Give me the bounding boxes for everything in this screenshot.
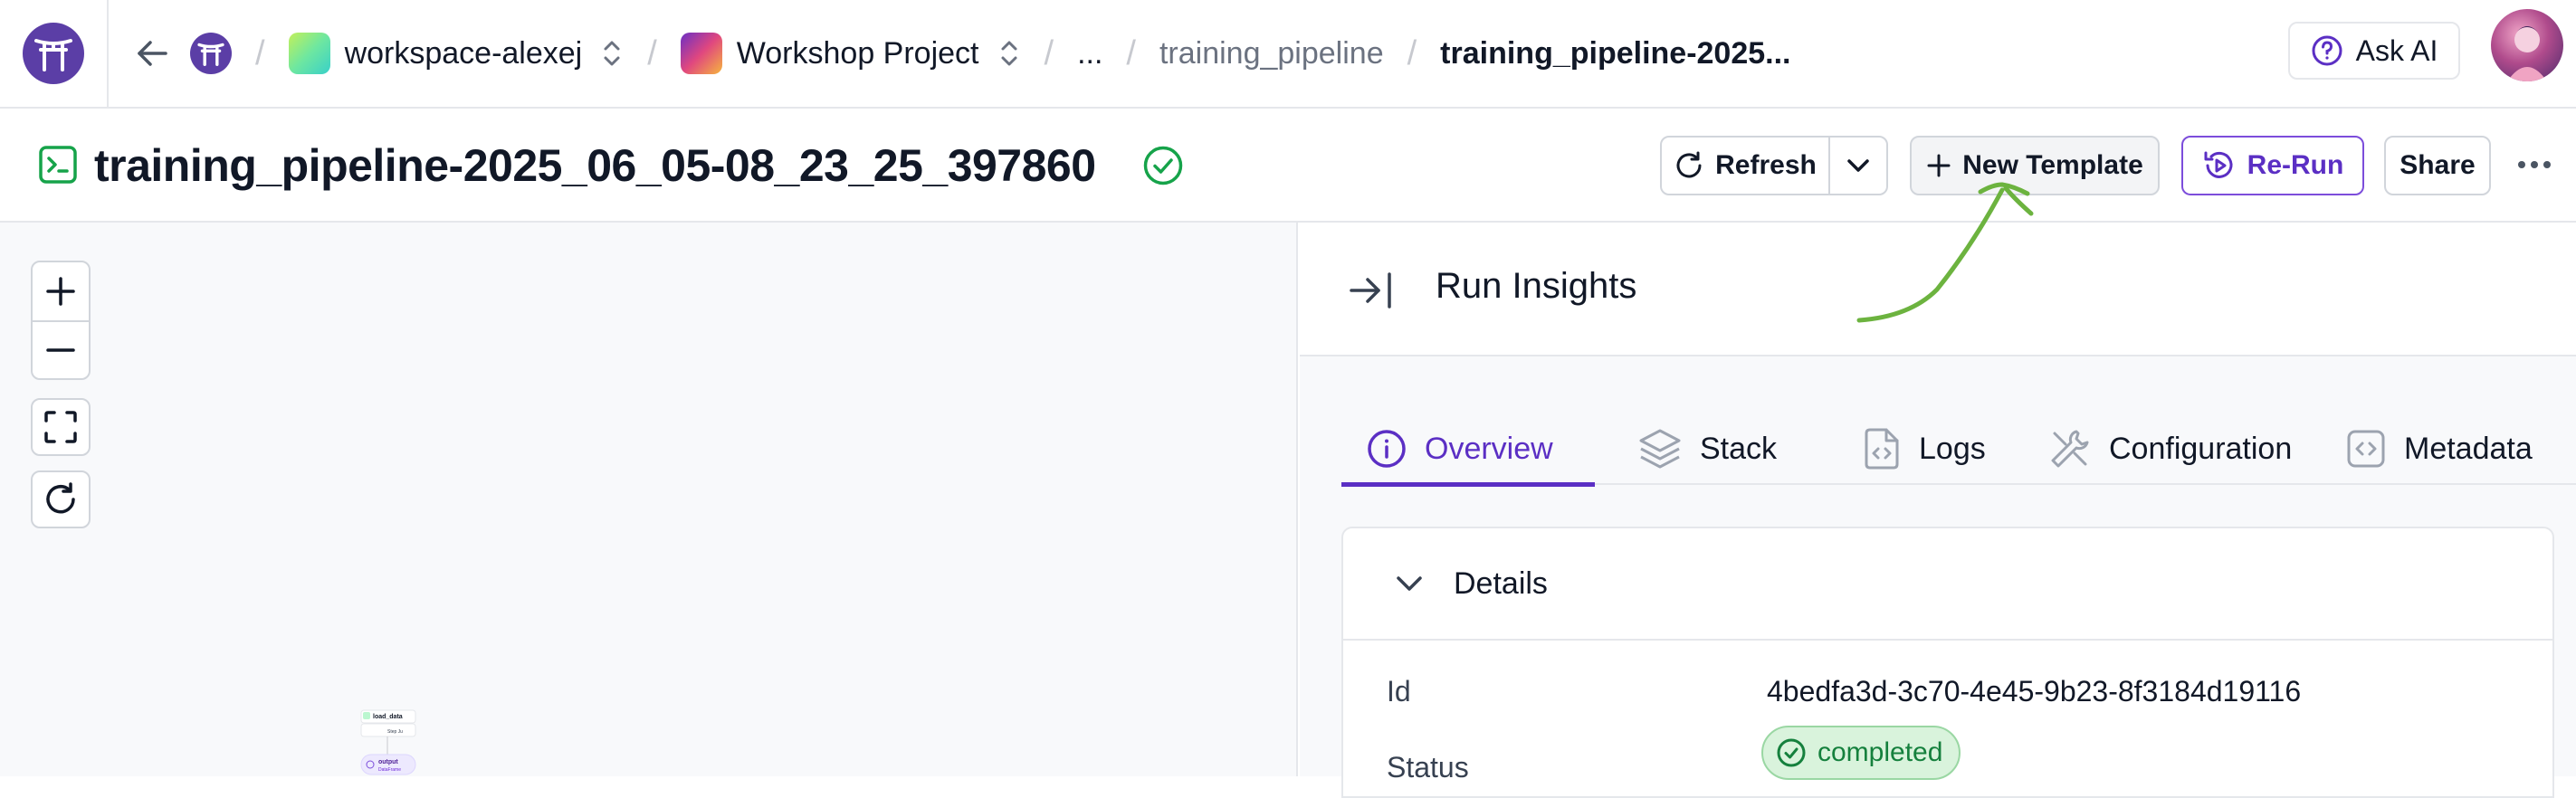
pipeline-terminal-icon bbox=[39, 146, 77, 184]
page-title: training_pipeline-2025_06_05-08_23_25_39… bbox=[94, 140, 1096, 191]
back-arrow-icon[interactable] bbox=[127, 28, 177, 79]
step-node-label: load_data bbox=[373, 714, 403, 720]
details-card: Details Id 4bedfa3d-3c70-4e45-9b23-8f318… bbox=[1341, 527, 2554, 798]
step-node-sublabel: Step Ju bbox=[387, 729, 403, 735]
plus-icon bbox=[46, 277, 75, 306]
tab-label: Configuration bbox=[2109, 431, 2293, 466]
id-label: Id bbox=[1387, 675, 1411, 708]
ask-ai-label: Ask AI bbox=[2355, 33, 2438, 67]
breadcrumb-pipeline-link[interactable]: training_pipeline bbox=[1159, 36, 1384, 71]
tab-label: Overview bbox=[1425, 431, 1553, 466]
zenml-logo-icon[interactable] bbox=[23, 23, 84, 84]
insights-tabs: Overview Stack Logs Configuration Metada… bbox=[1341, 413, 2576, 487]
question-circle-icon bbox=[2312, 35, 2342, 66]
file-code-icon bbox=[1865, 428, 1899, 470]
tab-metadata[interactable]: Metadata bbox=[2346, 413, 2533, 485]
code-icon bbox=[2347, 430, 2385, 468]
status-value: completed bbox=[1818, 737, 1943, 767]
tab-stack[interactable]: Stack bbox=[1638, 413, 1777, 485]
rerun-button[interactable]: Re-Run bbox=[2181, 136, 2364, 195]
breadcrumb-separator: / bbox=[1044, 33, 1054, 72]
app-logo-cell[interactable] bbox=[0, 0, 109, 107]
zoom-controls bbox=[31, 261, 91, 380]
chevron-down-icon bbox=[1397, 576, 1422, 591]
tab-label: Logs bbox=[1919, 431, 1986, 466]
minus-icon bbox=[46, 348, 75, 352]
info-icon bbox=[1368, 430, 1406, 468]
reset-layout-button[interactable] bbox=[31, 470, 91, 528]
project-avatar-icon bbox=[680, 33, 722, 74]
breadcrumb-separator: / bbox=[647, 33, 657, 72]
rerun-label: Re-Run bbox=[2247, 150, 2344, 180]
zenml-small-logo-icon[interactable] bbox=[190, 33, 232, 74]
workspace-avatar-icon bbox=[288, 33, 330, 74]
workspace-name: workspace-alexej bbox=[344, 35, 583, 71]
step-status-icon bbox=[363, 712, 370, 719]
refresh-button[interactable]: Refresh bbox=[1660, 136, 1830, 195]
breadcrumb-separator: / bbox=[1126, 33, 1136, 72]
status-label: Status bbox=[1387, 751, 1469, 784]
project-selector[interactable]: Workshop Project bbox=[680, 33, 1021, 74]
collapse-panel-icon[interactable] bbox=[1349, 270, 1394, 311]
tab-label: Metadata bbox=[2404, 431, 2533, 466]
breadcrumb-separator: / bbox=[1407, 33, 1417, 72]
layers-icon bbox=[1639, 429, 1681, 469]
fullscreen-icon bbox=[44, 411, 77, 443]
refresh-icon bbox=[1676, 151, 1702, 178]
tab-logs[interactable]: Logs bbox=[1863, 413, 1986, 485]
annotation-arrow-icon bbox=[1856, 182, 2034, 323]
share-button[interactable]: Share bbox=[2384, 136, 2491, 195]
artifact-node-label: output bbox=[378, 759, 398, 765]
check-circle-icon bbox=[1143, 146, 1183, 185]
panel-title: Run Insights bbox=[1436, 266, 1637, 306]
wrench-icon bbox=[2051, 430, 2089, 468]
more-options-icon[interactable] bbox=[2511, 145, 2558, 185]
breadcrumb-separator: / bbox=[255, 33, 265, 72]
fit-view-button[interactable] bbox=[31, 398, 91, 456]
pipeline-graph[interactable]: load_data Step Ju output DataFrame bbox=[360, 708, 420, 776]
replay-icon bbox=[2204, 151, 2233, 178]
ask-ai-button[interactable]: Ask AI bbox=[2288, 22, 2460, 80]
top-navigation-bar: / workspace-alexej / Workshop Project / … bbox=[0, 0, 2576, 109]
tab-label: Stack bbox=[1700, 431, 1778, 466]
artifact-node-type: DataFrame bbox=[378, 767, 401, 773]
zoom-out-button[interactable] bbox=[33, 320, 89, 378]
dag-canvas[interactable]: load_data Step Ju output DataFrame bbox=[0, 223, 1298, 776]
details-heading: Details bbox=[1454, 565, 1548, 601]
breadcrumb: / workspace-alexej / Workshop Project / … bbox=[127, 0, 1791, 107]
check-circle-icon bbox=[1777, 738, 1806, 767]
breadcrumb-current-run: training_pipeline-2025... bbox=[1440, 35, 1791, 71]
run-id-value[interactable]: 4bedfa3d-3c70-4e45-9b23-8f3184d19116 bbox=[1767, 675, 2301, 708]
tab-configuration[interactable]: Configuration bbox=[2049, 413, 2292, 485]
status-badge: completed bbox=[1761, 726, 1961, 780]
active-tab-indicator bbox=[1341, 482, 1595, 487]
chevron-up-down-icon bbox=[604, 41, 620, 66]
refresh-icon bbox=[46, 482, 75, 514]
share-label: Share bbox=[2399, 150, 2476, 180]
refresh-label: Refresh bbox=[1715, 150, 1817, 180]
chevron-up-down-icon bbox=[1001, 41, 1016, 66]
breadcrumb-ellipsis[interactable]: ... bbox=[1077, 36, 1102, 71]
workspace-selector[interactable]: workspace-alexej bbox=[288, 33, 625, 74]
project-name: Workshop Project bbox=[736, 35, 979, 71]
chevron-down-icon bbox=[1847, 159, 1869, 172]
zoom-in-button[interactable] bbox=[33, 262, 89, 320]
user-avatar[interactable] bbox=[2491, 9, 2563, 81]
tab-overview[interactable]: Overview bbox=[1341, 413, 1595, 487]
details-collapsible-header[interactable]: Details bbox=[1343, 528, 2552, 641]
run-header: training_pipeline-2025_06_05-08_23_25_39… bbox=[0, 109, 2576, 223]
